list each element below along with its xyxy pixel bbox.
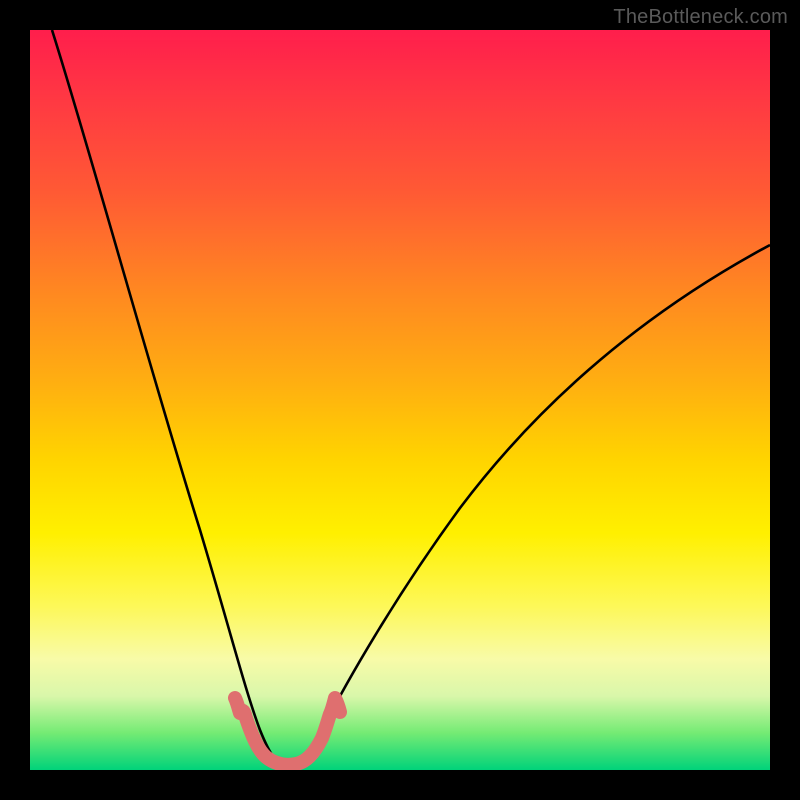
attribution-text: TheBottleneck.com xyxy=(613,6,788,29)
plot-area xyxy=(30,30,770,770)
chart-frame: TheBottleneck.com xyxy=(0,0,800,800)
bottleneck-curve xyxy=(52,30,770,767)
curve-layer xyxy=(30,30,770,770)
marker-band xyxy=(235,698,340,765)
